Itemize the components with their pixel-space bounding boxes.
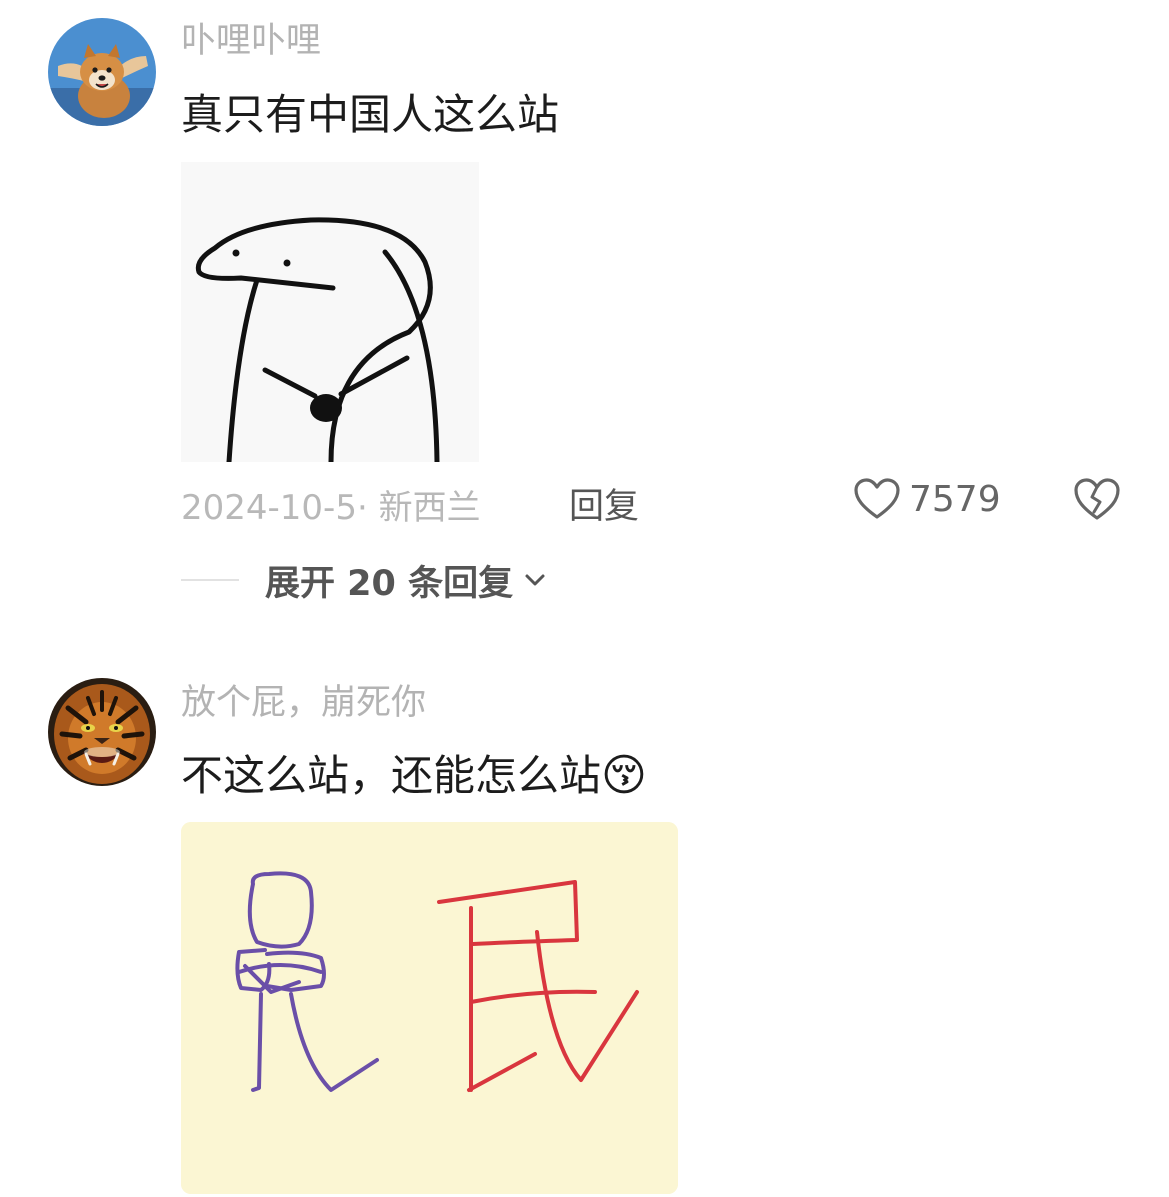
comment-text-body: 不这么站，还能怎么站 — [181, 751, 602, 800]
drawing-stick-figure-and-character-icon: 民 — [181, 822, 678, 1194]
dislike-button[interactable] — [1073, 474, 1121, 524]
tiger-avatar-icon — [48, 678, 156, 786]
comment-meta-row: 2024-10-5· 新西兰 回复 7579 — [181, 474, 1141, 528]
broken-heart-icon — [1074, 478, 1120, 520]
thinking-face-emoji: 😚 — [601, 750, 647, 801]
heart-icon — [854, 478, 900, 519]
comment-text: 真只有中国人这么站 — [181, 90, 560, 139]
user-avatar[interactable] — [48, 18, 156, 126]
reply-button[interactable]: 回复 — [569, 478, 639, 529]
comment-text: 不这么站，还能怎么站😚 — [181, 754, 647, 798]
expand-replies-label: 展开 20 条回复 — [265, 563, 514, 604]
like-button[interactable]: 7579 — [853, 474, 1001, 524]
shiba-dog-avatar-icon — [48, 18, 156, 126]
username[interactable]: 卟哩卟哩 — [181, 24, 321, 59]
chevron-down-icon — [523, 570, 547, 590]
username[interactable]: 放个屁，崩死你 — [181, 686, 426, 721]
expand-replies-button[interactable]: 展开 20 条回复 — [181, 555, 547, 605]
comment-image[interactable] — [181, 162, 479, 462]
stick-figure-meme-icon — [181, 162, 479, 462]
comment-date-location: 2024-10-5· 新西兰 — [181, 488, 481, 528]
expand-divider — [181, 579, 239, 581]
like-count: 7579 — [909, 478, 1001, 520]
comment-image[interactable]: 民 — [181, 822, 678, 1194]
user-avatar[interactable] — [48, 678, 156, 786]
